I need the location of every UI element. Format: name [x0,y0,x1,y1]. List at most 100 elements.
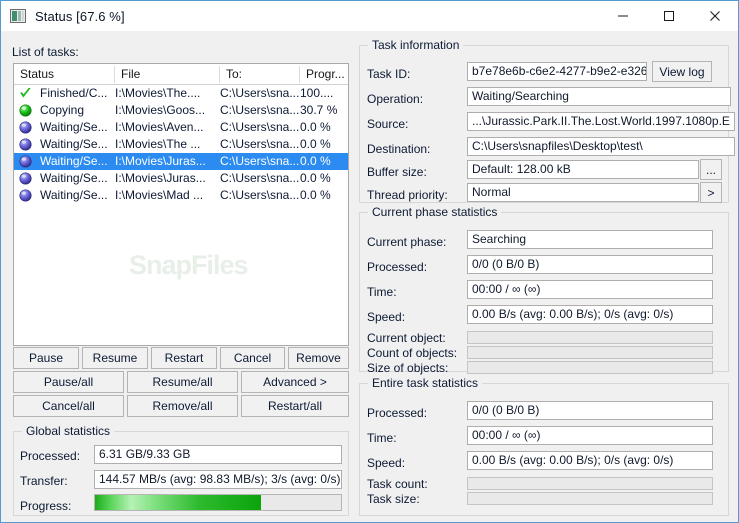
cell-progress: 0.0 % [300,137,331,151]
entire-time-value: 00:00 / ∞ (∞) [467,426,713,445]
window-title: Status [67.6 %] [35,8,125,24]
buffer-size-label: Buffer size: [367,165,427,179]
cell-progress: 0.0 % [300,188,331,202]
status-blue-icon [19,155,32,168]
global-transfer-label: Transfer: [20,474,68,488]
cell-progress: 0.0 % [300,154,331,168]
cell-to: C:\Users\sna... [220,120,300,134]
task-count-value [467,477,713,490]
cell-status: Waiting/Se... [40,154,108,168]
cell-status: Waiting/Se... [40,137,108,151]
resume-all-button[interactable]: Resume/all [127,371,238,393]
destination-label: Destination: [367,142,431,156]
operation-label: Operation: [367,92,424,106]
cell-progress: 100.... [300,86,334,100]
cell-file: I:\Movies\The ... [115,137,201,151]
global-progress-fill [95,495,262,510]
cell-to: C:\Users\sna... [220,188,300,202]
cell-status: Finished/C... [40,86,108,100]
cancel-button[interactable]: Cancel [220,347,285,369]
task-information-caption: Task information [368,38,464,52]
table-row[interactable]: Waiting/Se... I:\Movies\Aven... C:\Users\s… [14,119,348,136]
advanced-button[interactable]: Advanced > [241,371,349,393]
cell-file: I:\Movies\Goos... [115,103,206,117]
task-id-field[interactable]: b7e78e6b-c6e2-4277-b9e2-e3268c [467,62,647,81]
table-row[interactable]: Waiting/Se... I:\Movies\Juras... C:\Users\… [14,153,348,170]
cell-to: C:\Users\sna... [220,137,300,151]
task-id-label: Task ID: [367,67,411,81]
cell-to: C:\Users\sna... [220,171,300,185]
global-statistics-caption: Global statistics [22,424,115,438]
thread-priority-field[interactable]: Normal [467,183,699,202]
pause-button[interactable]: Pause [13,347,79,369]
restart-all-button[interactable]: Restart/all [241,395,349,417]
status-window: Status [67.6 %] List of tasks: SnapFiles… [0,0,739,523]
task-size-label: Task size: [367,492,420,506]
window-controls [600,1,738,31]
maximize-icon[interactable] [646,1,692,31]
cell-file: I:\Movies\Juras... [115,171,206,185]
remove-button[interactable]: Remove [288,347,349,369]
status-blue-icon [19,121,32,134]
buffer-size-field[interactable]: Default: 128.00 kB [467,160,699,179]
client-area: List of tasks: SnapFiles Status File To:… [1,31,738,522]
close-icon[interactable] [692,1,738,31]
entire-task-caption: Entire task statistics [368,376,483,390]
app-icon [10,9,26,23]
destination-field[interactable]: C:\Users\snapfiles\Desktop\test\ [467,137,735,156]
size-objects-value [467,361,713,374]
table-row[interactable]: Copying I:\Movies\Goos... C:\Users\sna... 3… [14,102,348,119]
restart-button[interactable]: Restart [151,347,217,369]
table-row[interactable]: Waiting/Se... I:\Movies\Mad ... C:\Users\s… [14,187,348,204]
task-count-label: Task count: [367,477,428,491]
task-list-rows: Finished/C... I:\Movies\The.... C:\Users\s… [14,85,348,204]
cell-status: Waiting/Se... [40,171,108,185]
phase-speed-label: Speed: [367,310,406,324]
column-header-status[interactable]: Status [14,64,115,84]
task-list-header: Status File To: Progr... [14,64,348,85]
table-row[interactable]: Waiting/Se... I:\Movies\Juras... C:\Users\… [14,170,348,187]
source-field[interactable]: ...\Jurassic.Park.II.The.Lost.World.1997… [467,112,735,131]
current-phase-caption: Current phase statistics [368,205,502,219]
current-object-value [467,331,713,344]
buffer-browse-button[interactable]: ... [700,159,722,180]
task-list-label: List of tasks: [12,45,79,59]
task-size-value [467,492,713,505]
phase-speed-value: 0.00 B/s (avg: 0.00 B/s); 0/s (avg: 0/s) [467,305,713,324]
column-header-to[interactable]: To: [220,64,300,84]
global-transfer-value: 144.57 MB/s (avg: 98.83 MB/s); 3/s (avg:… [94,470,342,489]
status-check-icon [19,87,32,100]
minimize-icon[interactable] [600,1,646,31]
remove-all-button[interactable]: Remove/all [127,395,238,417]
phase-processed-label: Processed: [367,260,428,274]
table-row[interactable]: Waiting/Se... I:\Movies\The ... C:\Users\s… [14,136,348,153]
status-blue-icon [19,172,32,185]
phase-time-label: Time: [367,285,397,299]
cell-status: Waiting/Se... [40,188,108,202]
cell-progress: 30.7 % [300,103,338,117]
cancel-all-button[interactable]: Cancel/all [13,395,124,417]
global-processed-label: Processed: [20,449,81,463]
cell-file: I:\Movies\Aven... [115,120,204,134]
status-green-icon [19,104,32,117]
cell-progress: 0.0 % [300,120,331,134]
pause-all-button[interactable]: Pause/all [13,371,124,393]
count-objects-value [467,346,713,359]
priority-more-button[interactable]: > [700,182,722,203]
cell-file: I:\Movies\Juras... [115,154,206,168]
global-progress-bar [94,494,342,511]
task-list[interactable]: SnapFiles Status File To: Progr... Finis… [13,63,349,346]
phase-processed-value: 0/0 (0 B/0 B) [467,255,713,274]
global-processed-value: 6.31 GB/9.33 GB [94,445,342,464]
entire-processed-label: Processed: [367,406,428,420]
entire-speed-label: Speed: [367,456,406,470]
column-header-progress[interactable]: Progr... [300,64,348,84]
size-objects-label: Size of objects: [367,361,449,375]
status-blue-icon [19,189,32,202]
column-header-file[interactable]: File [115,64,220,84]
operation-field[interactable]: Waiting/Searching [467,87,731,106]
view-log-button[interactable]: View log [652,61,712,82]
source-label: Source: [367,117,409,131]
table-row[interactable]: Finished/C... I:\Movies\The.... C:\Users\s… [14,85,348,102]
resume-button[interactable]: Resume [82,347,148,369]
